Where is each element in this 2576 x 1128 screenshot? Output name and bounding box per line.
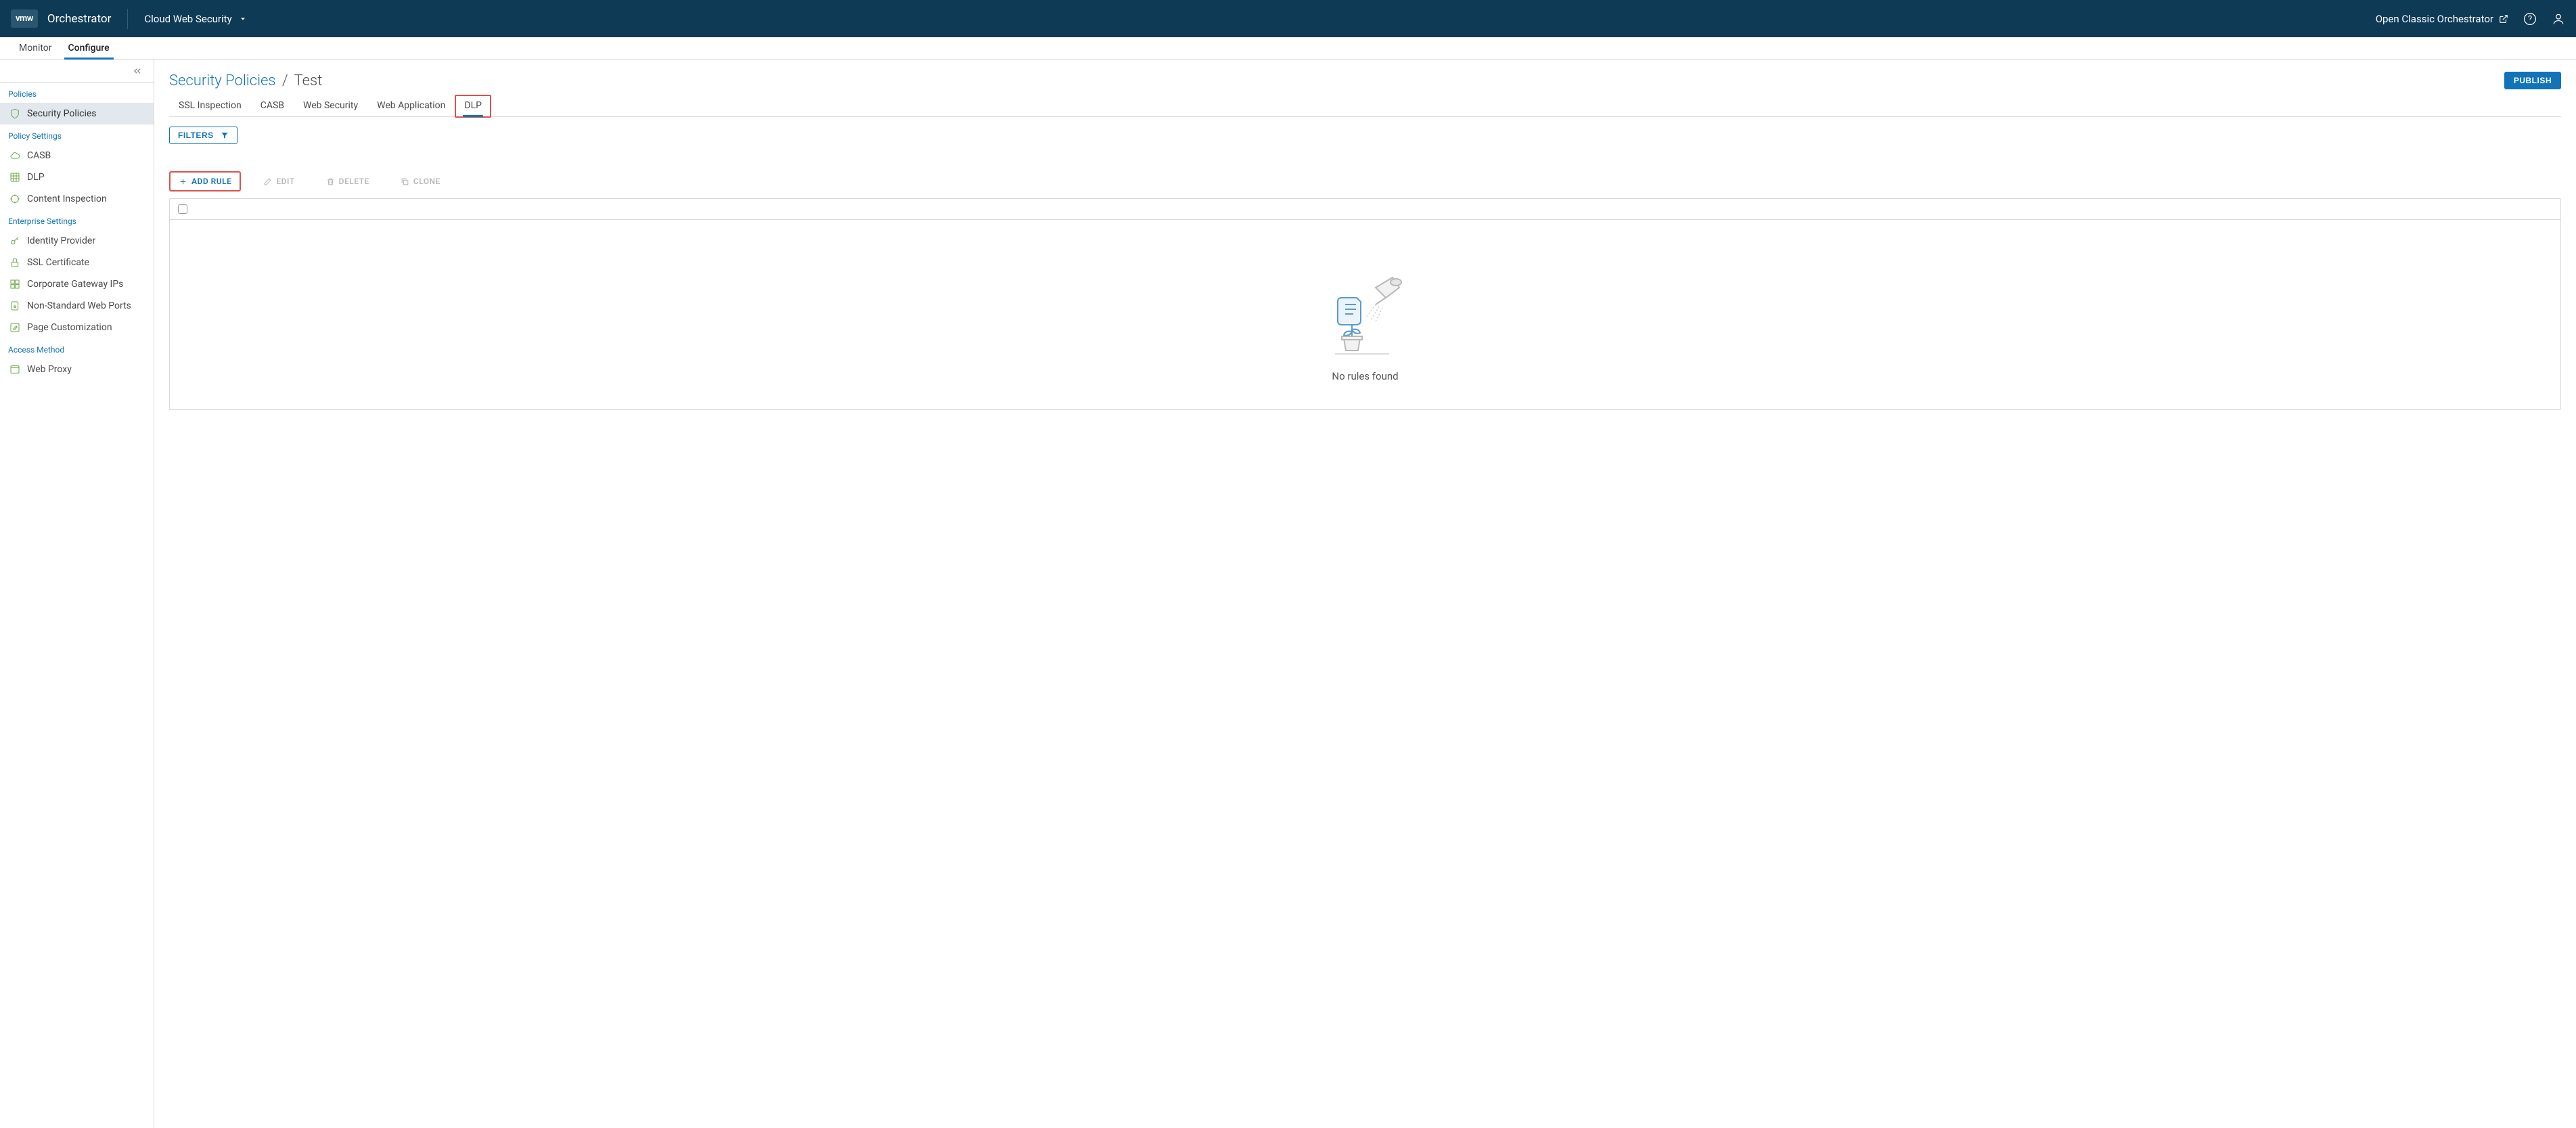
sidebar-collapse-bar [0,60,154,83]
sidebar-item-web-proxy[interactable]: Web Proxy [0,359,154,380]
sidebar-item-identity-provider[interactable]: Identity Provider [0,230,154,252]
edit-label: EDIT [276,177,294,186]
sidebar-item-label: Security Policies [27,108,97,119]
header-divider [127,9,128,29]
nav-tab-configure[interactable]: Configure [60,37,118,59]
sidebar-item-page-customization[interactable]: Page Customization [0,317,154,338]
sidebar-item-label: Non-Standard Web Ports [27,300,131,311]
add-rule-label: ADD RULE [191,177,231,186]
sidebar-item-ssl-certificate[interactable]: SSL Certificate [0,252,154,273]
policy-tab-casb[interactable]: CASB [251,95,294,116]
user-icon[interactable] [2552,12,2565,26]
delete-button: DELETE [317,172,378,191]
trash-icon [326,177,335,186]
sidebar-item-security-policies[interactable]: Security Policies [0,103,154,125]
boxes-icon [9,279,20,290]
pencil-icon [263,177,272,186]
secondary-nav: Monitor Configure [0,37,2576,60]
sidebar: Policies Security Policies Policy Settin… [0,60,154,1128]
edit-button: EDIT [254,172,303,191]
sidebar-section-policy-settings: Policy Settings [0,125,154,145]
clone-label: CLONE [413,177,440,186]
policy-tab-dlp[interactable]: DLP [455,95,491,118]
add-rule-button[interactable]: ADD RULE [169,171,241,191]
body: Policies Security Policies Policy Settin… [0,60,2576,1128]
crosshair-icon [9,194,20,204]
breadcrumb-row: Security Policies / Test PUBLISH [169,72,2561,89]
sidebar-item-label: Corporate Gateway IPs [27,279,123,290]
select-all-checkbox[interactable] [178,204,187,214]
empty-state-text: No rules found [1332,370,1398,382]
cloud-icon [9,150,20,161]
open-classic-link[interactable]: Open Classic Orchestrator [2376,13,2508,25]
breadcrumb-current: Test [294,72,323,89]
sidebar-section-enterprise-settings: Enterprise Settings [0,210,154,230]
chevron-down-icon [239,15,247,23]
grid-icon [9,172,20,183]
shield-icon [9,108,20,119]
policy-tabs: SSL Inspection CASB Web Security Web App… [169,95,2561,117]
clone-button: CLONE [392,172,449,191]
clipboard-lock-icon [9,300,20,311]
app-title: Orchestrator [47,12,111,26]
rules-table: No rules found [169,198,2561,410]
help-icon[interactable] [2523,12,2537,26]
main-content: Security Policies / Test PUBLISH SSL Ins… [154,60,2576,1128]
breadcrumb: Security Policies / Test [169,72,322,89]
header-right: Open Classic Orchestrator [2376,12,2565,26]
key-icon [9,235,20,246]
policy-tab-ssl-inspection[interactable]: SSL Inspection [169,95,251,116]
table-header [170,199,2560,220]
vmw-logo: vmw [11,9,38,28]
external-link-icon [2499,14,2508,24]
nav-tab-monitor[interactable]: Monitor [11,37,60,59]
lock-icon [9,257,20,268]
window-icon [9,364,20,375]
sidebar-item-casb[interactable]: CASB [0,145,154,166]
breadcrumb-parent[interactable]: Security Policies [169,72,276,89]
empty-state: No rules found [170,220,2560,409]
breadcrumb-separator: / [282,72,288,89]
sidebar-item-label: Web Proxy [27,364,72,375]
copy-icon [401,177,409,186]
sidebar-item-label: Content Inspection [27,194,107,204]
policy-tab-web-application[interactable]: Web Application [367,95,455,116]
sidebar-section-policies: Policies [0,83,154,103]
policy-tab-web-security[interactable]: Web Security [294,95,367,116]
filters-label: FILTERS [178,131,214,140]
empty-state-illustration [1318,267,1413,362]
top-header: vmw Orchestrator Cloud Web Security Open… [0,0,2576,37]
sidebar-item-corporate-gateway-ips[interactable]: Corporate Gateway IPs [0,273,154,295]
classic-link-label: Open Classic Orchestrator [2376,13,2493,25]
collapse-icon[interactable] [132,66,143,76]
filter-icon [221,131,229,139]
edit-square-icon [9,322,20,333]
sidebar-item-dlp[interactable]: DLP [0,166,154,188]
plus-icon [179,177,187,186]
delete-label: DELETE [339,177,369,186]
context-dropdown-label: Cloud Web Security [144,13,231,25]
sidebar-item-label: DLP [27,172,45,183]
publish-button[interactable]: PUBLISH [2504,72,2561,89]
sidebar-item-label: Page Customization [27,322,112,333]
sidebar-item-content-inspection[interactable]: Content Inspection [0,188,154,210]
sidebar-item-label: CASB [27,150,51,161]
sidebar-section-access-method: Access Method [0,338,154,359]
filters-button[interactable]: FILTERS [169,127,238,144]
sidebar-item-label: Identity Provider [27,235,95,246]
sidebar-item-label: SSL Certificate [27,257,89,268]
action-row: ADD RULE EDIT DELETE CLONE [169,171,2561,191]
sidebar-item-non-standard-web-ports[interactable]: Non-Standard Web Ports [0,295,154,317]
context-dropdown[interactable]: Cloud Web Security [144,13,246,25]
